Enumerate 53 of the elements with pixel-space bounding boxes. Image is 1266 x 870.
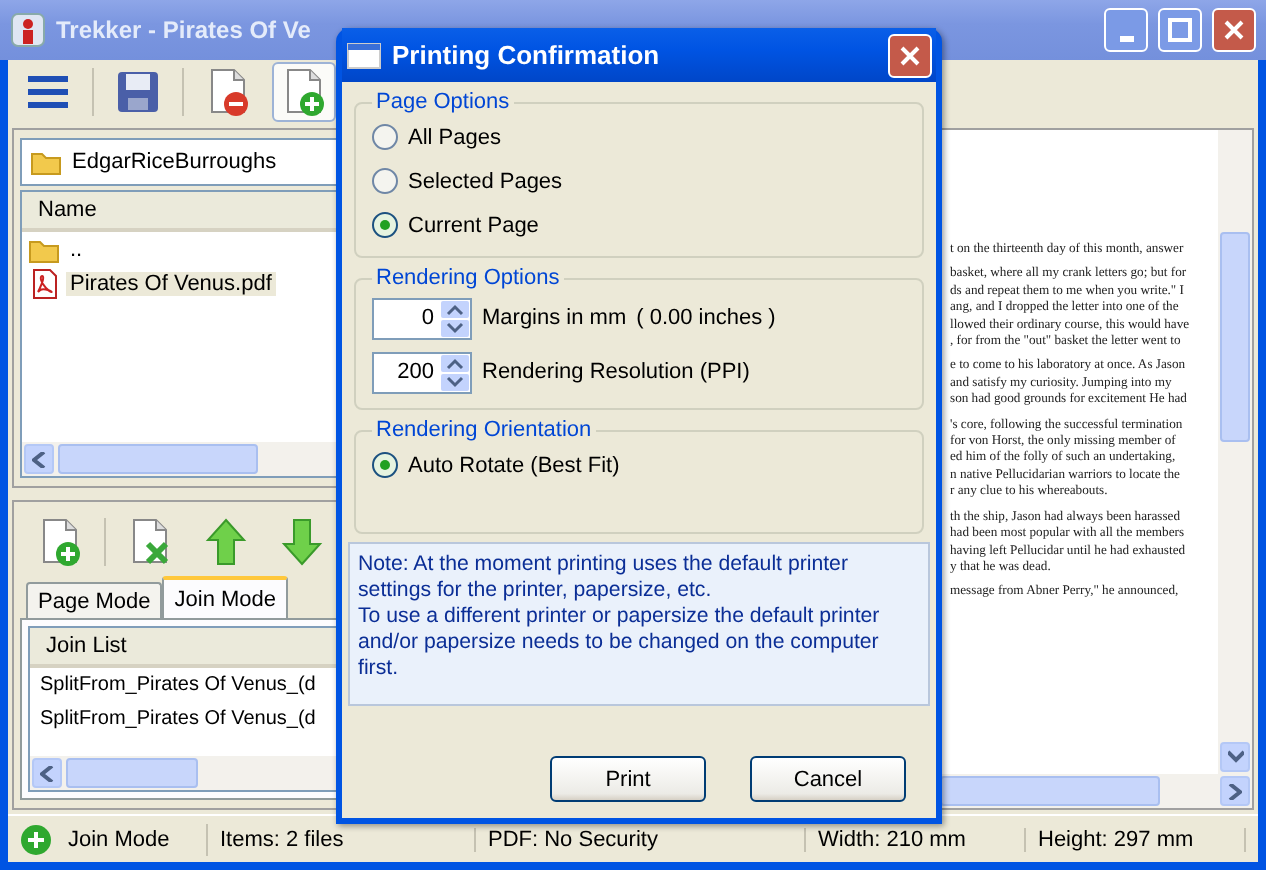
print-button[interactable]: Print <box>550 756 706 802</box>
window-icon <box>346 41 382 69</box>
status-text: Width: 210 mm <box>806 827 1026 851</box>
radio-icon[interactable] <box>372 452 398 478</box>
status-text: PDF: No Security <box>476 827 806 851</box>
close-icon <box>1222 18 1246 42</box>
radio-icon[interactable] <box>372 124 398 150</box>
close-button[interactable] <box>888 33 932 77</box>
scroll-right-icon <box>1220 776 1250 806</box>
dialog-title: Printing Confirmation <box>392 40 662 70</box>
status-text: Height: 297 mm <box>1026 827 1246 851</box>
app-icon <box>10 12 46 48</box>
group-label: Rendering Options <box>374 266 562 290</box>
save-icon <box>114 68 162 116</box>
maximize-button[interactable] <box>1158 8 1202 52</box>
status-text: Items: 2 files <box>208 827 476 851</box>
toolbar-button[interactable] <box>272 62 336 122</box>
radio-option[interactable]: All Pages <box>372 118 906 156</box>
minimize-icon <box>1119 36 1133 42</box>
scrollbar-thumb <box>66 758 198 788</box>
tab[interactable]: Page Mode <box>26 582 163 618</box>
list-item[interactable]: SplitFrom_Pirates Of Venus_(d <box>36 674 320 696</box>
cancel-button[interactable]: Cancel <box>750 756 906 802</box>
scroll-down-icon <box>1220 742 1250 772</box>
spinner-icon[interactable] <box>440 353 470 391</box>
radio-icon[interactable] <box>372 212 398 238</box>
file-item[interactable]: Pirates Of Venus.pdf <box>66 271 276 295</box>
group-label: Page Options <box>374 90 512 114</box>
resolution-field[interactable]: 200 <box>372 351 472 393</box>
list-item[interactable]: SplitFrom_Pirates Of Venus_(d <box>36 708 320 730</box>
spinner-icon[interactable] <box>440 299 470 337</box>
note-text: Note: At the moment printing uses the default printer settings for the printer, papersize, etc. To use a different printer or papersize the default printer and/or papersize needs to be changed on the computer first. <box>348 542 930 706</box>
down-arrow-icon <box>280 516 324 568</box>
inches-text: ( 0.00 inches ) <box>636 306 776 330</box>
field-label: Margins in mm <box>482 306 627 330</box>
minimize-button[interactable] <box>1104 8 1148 52</box>
file-item[interactable]: .. <box>66 237 87 261</box>
close-icon <box>898 43 922 67</box>
maximize-icon <box>1168 18 1192 42</box>
field-label: Rendering Resolution (PPI) <box>482 360 750 384</box>
scroll-left-icon <box>32 758 62 788</box>
up-arrow-icon <box>204 516 248 568</box>
plus-icon <box>20 823 52 855</box>
pdf-icon <box>28 267 60 299</box>
radio-icon[interactable] <box>372 168 398 194</box>
scroll-left-icon <box>24 444 54 474</box>
window-title: Trekker - Pirates Of Ve <box>56 16 313 44</box>
radio-option[interactable]: Auto Rotate (Best Fit) <box>372 446 906 484</box>
tab[interactable]: Join Mode <box>162 576 289 618</box>
margins-field[interactable]: 0 <box>372 297 472 339</box>
close-button[interactable] <box>1212 8 1256 52</box>
group-label: Rendering Orientation <box>374 418 594 442</box>
status-text: Join Mode <box>68 827 170 851</box>
